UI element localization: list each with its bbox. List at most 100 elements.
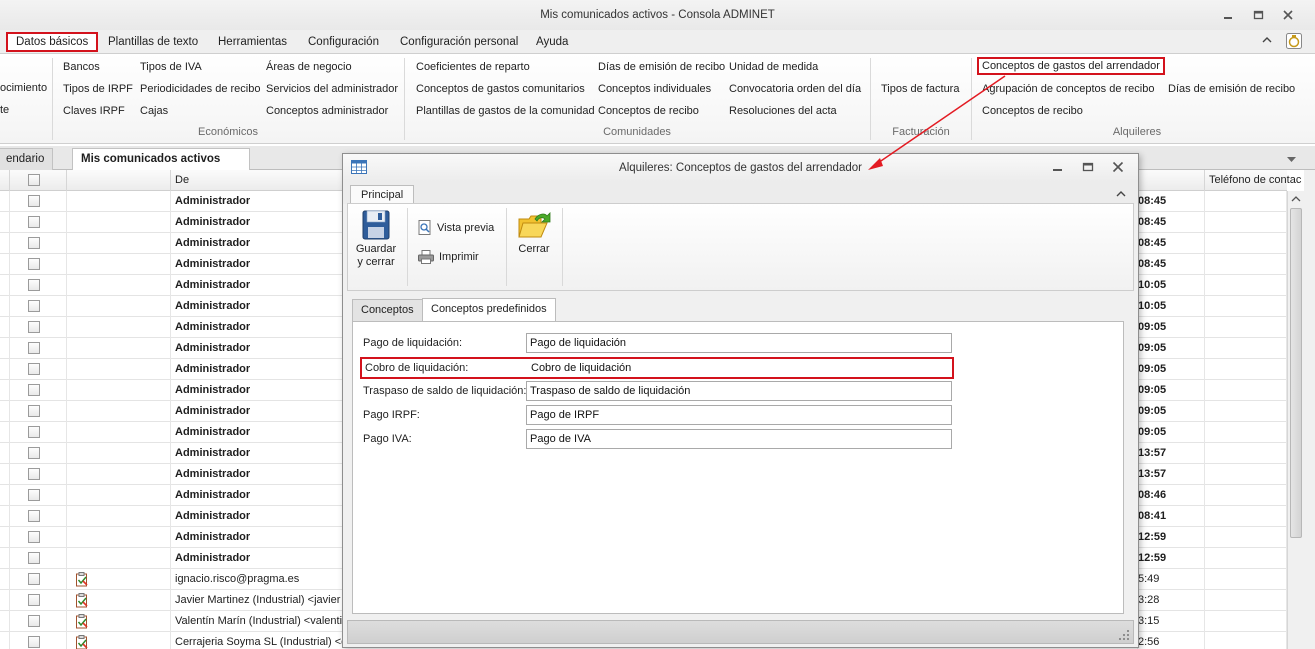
doc-tab-mis-comunicados[interactable]: Mis comunicados activos ✕ [72, 148, 250, 186]
row-checkbox-cell[interactable] [10, 317, 67, 338]
row-checkbox-cell[interactable] [10, 464, 67, 485]
input-traspaso-saldo[interactable]: Traspaso de saldo de liquidación [526, 381, 952, 401]
chevron-up-icon[interactable] [1116, 190, 1126, 198]
input-pago-liquidacion[interactable]: Pago de liquidación [526, 333, 952, 353]
tab-plantillas-de-texto[interactable]: Plantillas de texto [100, 32, 206, 52]
header-col-telefono[interactable]: Teléfono de contac [1205, 170, 1305, 191]
row-checkbox-cell[interactable] [10, 233, 67, 254]
row-checkbox[interactable] [28, 468, 40, 480]
row-checkbox[interactable] [28, 384, 40, 396]
row-checkbox-cell[interactable] [10, 338, 67, 359]
row-checkbox-cell[interactable] [10, 611, 67, 632]
row-checkbox[interactable] [28, 447, 40, 459]
tab-ayuda[interactable]: Ayuda [528, 32, 576, 52]
row-checkbox-cell[interactable] [10, 254, 67, 275]
ribbon-item-claves-irpf[interactable]: Claves IRPF [63, 105, 125, 117]
help-button[interactable] [1286, 33, 1302, 52]
row-checkbox[interactable] [28, 594, 40, 606]
ribbon-item-convocatoria[interactable]: Convocatoria orden del día [729, 83, 861, 95]
ribbon-item-partial-2[interactable]: te [0, 104, 9, 116]
row-checkbox-cell[interactable] [10, 422, 67, 443]
print-button[interactable]: Imprimir [418, 250, 479, 264]
resize-grip-icon[interactable] [1118, 629, 1130, 641]
close-dialog-button[interactable]: Cerrar [514, 210, 554, 256]
row-checkbox-cell[interactable] [10, 590, 67, 611]
dialog-tab-principal[interactable]: Principal [350, 185, 415, 205]
row-checkbox[interactable] [28, 321, 40, 333]
ribbon-item-conceptos-individuales[interactable]: Conceptos individuales [598, 83, 711, 95]
ribbon-item-unidad-medida[interactable]: Unidad de medida [729, 61, 818, 73]
row-checkbox[interactable] [28, 573, 40, 585]
row-checkbox[interactable] [28, 510, 40, 522]
ribbon-item-conceptos-gastos-arrendador[interactable]: Conceptos de gastos del arrendador [977, 57, 1165, 75]
row-checkbox-cell[interactable] [10, 212, 67, 233]
row-checkbox[interactable] [28, 552, 40, 564]
preview-button[interactable]: Vista previa [418, 220, 494, 235]
ribbon-item-agrupacion-conceptos[interactable]: Agrupación de conceptos de recibo [982, 83, 1154, 95]
header-select-all[interactable] [10, 170, 67, 191]
ribbon-item-resoluciones[interactable]: Resoluciones del acta [729, 105, 837, 117]
minimize-button[interactable] [1213, 7, 1243, 23]
row-checkbox-cell[interactable] [10, 632, 67, 649]
ribbon-item-tipos-irpf[interactable]: Tipos de IRPF [63, 83, 133, 95]
close-icon[interactable] [1112, 161, 1124, 173]
row-checkbox[interactable] [28, 363, 40, 375]
row-checkbox[interactable] [28, 195, 40, 207]
ribbon-item-partial-1[interactable]: ocimiento [0, 82, 47, 94]
tab-conceptos[interactable]: Conceptos [352, 299, 423, 321]
row-checkbox-cell[interactable] [10, 443, 67, 464]
row-checkbox-cell[interactable] [10, 401, 67, 422]
ribbon-item-conceptos-gastos-comunitarios[interactable]: Conceptos de gastos comunitarios [416, 83, 585, 95]
tab-list-dropdown[interactable] [1287, 154, 1296, 166]
row-checkbox[interactable] [28, 237, 40, 249]
input-pago-irpf[interactable]: Pago de IRPF [526, 405, 952, 425]
ribbon-item-periodicidades[interactable]: Periodicidades de recibo [140, 83, 260, 95]
ribbon-item-areas-negocio[interactable]: Áreas de negocio [266, 61, 352, 73]
ribbon-item-servicios-admin[interactable]: Servicios del administrador [266, 83, 398, 95]
tab-configuracion[interactable]: Configuración [300, 32, 387, 52]
input-pago-iva[interactable]: Pago de IVA [526, 429, 952, 449]
row-checkbox-cell[interactable] [10, 485, 67, 506]
row-checkbox-cell[interactable] [10, 548, 67, 569]
ribbon-item-coeficientes[interactable]: Coeficientes de reparto [416, 61, 530, 73]
ribbon-item-dias-emision[interactable]: Días de emisión de recibo [598, 61, 725, 73]
select-all-checkbox[interactable] [28, 174, 40, 186]
ribbon-item-dias-emision-alq[interactable]: Días de emisión de recibo [1168, 83, 1295, 95]
header-col-hora[interactable] [1138, 170, 1205, 191]
row-checkbox[interactable] [28, 216, 40, 228]
tab-herramientas[interactable]: Herramientas [210, 32, 295, 52]
save-and-close-button[interactable]: Guardar y cerrar [354, 210, 398, 269]
scrollbar-thumb[interactable] [1290, 208, 1302, 538]
row-checkbox[interactable] [28, 258, 40, 270]
row-checkbox-cell[interactable] [10, 275, 67, 296]
input-cobro-liquidacion[interactable]: Cobro de liquidación [528, 359, 952, 377]
row-checkbox-cell[interactable] [10, 380, 67, 401]
scroll-up-icon[interactable] [1291, 196, 1301, 202]
restore-icon[interactable] [1082, 161, 1094, 173]
row-checkbox[interactable] [28, 531, 40, 543]
close-button[interactable] [1273, 7, 1303, 23]
tab-configuracion-personal[interactable]: Configuración personal [392, 32, 526, 52]
row-checkbox[interactable] [28, 300, 40, 312]
tab-conceptos-predefinidos[interactable]: Conceptos predefinidos [422, 298, 556, 321]
tab-datos-basicos[interactable]: Datos básicos [6, 32, 99, 52]
minimize-icon[interactable] [1052, 161, 1064, 173]
row-checkbox[interactable] [28, 489, 40, 501]
ribbon-item-plantillas-gastos[interactable]: Plantillas de gastos de la comunidad [416, 105, 595, 117]
row-checkbox-cell[interactable] [10, 506, 67, 527]
row-checkbox-cell[interactable] [10, 527, 67, 548]
doc-tab-calendario[interactable]: endario [0, 148, 54, 170]
row-checkbox[interactable] [28, 426, 40, 438]
ribbon-item-tipos-factura[interactable]: Tipos de factura [881, 83, 959, 95]
row-checkbox[interactable] [28, 636, 40, 648]
collapse-ribbon-button[interactable] [1262, 35, 1272, 47]
row-checkbox-cell[interactable] [10, 296, 67, 317]
maximize-button[interactable] [1243, 7, 1273, 23]
row-checkbox[interactable] [28, 405, 40, 417]
row-checkbox[interactable] [28, 342, 40, 354]
row-checkbox-cell[interactable] [10, 359, 67, 380]
row-checkbox-cell[interactable] [10, 569, 67, 590]
ribbon-item-cajas[interactable]: Cajas [140, 105, 168, 117]
row-checkbox[interactable] [28, 615, 40, 627]
row-checkbox[interactable] [28, 279, 40, 291]
